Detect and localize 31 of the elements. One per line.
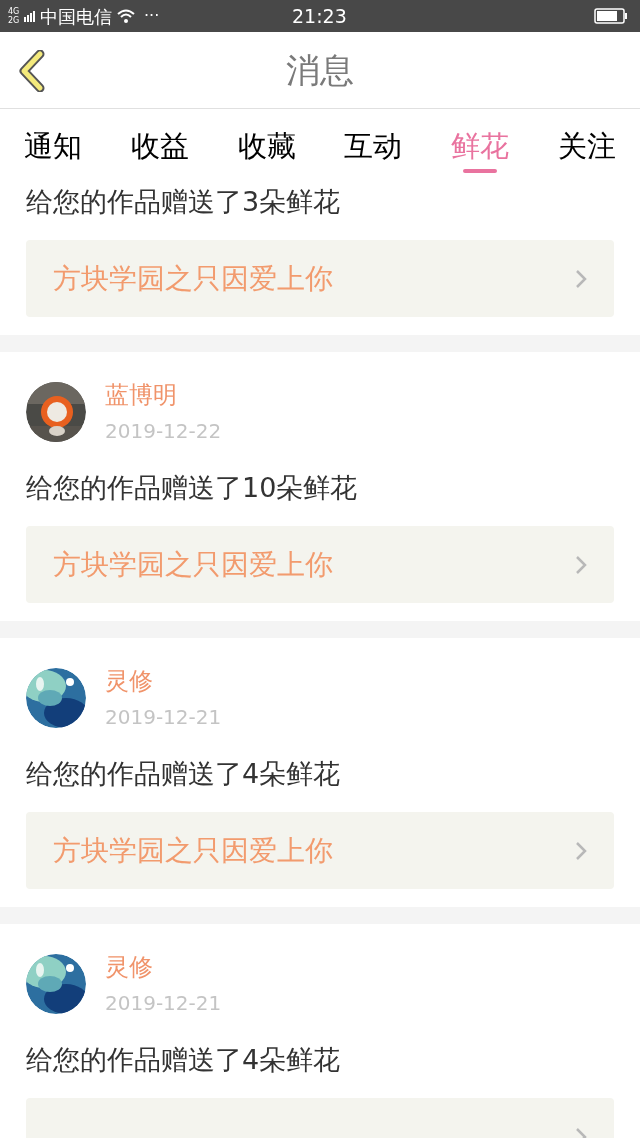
gift-date: 2019-12-21: [105, 990, 222, 1016]
gift-message: 给您的作品赠送了10朵鲜花: [26, 471, 359, 505]
tab-indicator: [463, 169, 498, 173]
more-indicator: ···: [144, 5, 160, 27]
chevron-icon: [575, 554, 587, 575]
network-type: 4G 2G: [8, 7, 21, 25]
tab[interactable]: 收益: [130, 109, 189, 173]
tab[interactable]: 关注: [558, 109, 616, 173]
tab[interactable]: 通知: [24, 109, 82, 173]
work-link[interactable]: 方块学园之只因爱上你: [26, 240, 614, 317]
battery-icon: [594, 8, 628, 24]
gift-date: 2019-12-22: [105, 418, 222, 444]
tab[interactable]: 鲜花: [451, 109, 510, 173]
carrier-name: 中国电信: [40, 4, 112, 29]
chevron-icon: [575, 268, 587, 289]
gift-message: 给您的作品赠送了3朵鲜花: [26, 185, 342, 219]
work-link[interactable]: 方块学园之只因爱上你: [26, 526, 614, 603]
wifi-icon: [116, 8, 136, 24]
tab[interactable]: 互动: [344, 109, 403, 173]
gift-message: 给您的作品赠送了4朵鲜花: [26, 757, 342, 791]
page-title: 消息: [286, 48, 354, 92]
chevron-icon: [575, 840, 587, 861]
user-name[interactable]: 灵修: [105, 952, 222, 982]
clock: 21:23: [292, 3, 347, 29]
gift-message: 给您的作品赠送了4朵鲜花: [26, 1043, 342, 1077]
tab[interactable]: 收藏: [237, 109, 296, 173]
user-name[interactable]: 灵修: [105, 666, 222, 696]
gift-date: 2019-12-21: [105, 704, 222, 730]
user-name[interactable]: 蓝博明: [105, 380, 222, 410]
work-link[interactable]: 方块学园之只因爱上你: [26, 812, 614, 889]
signal-icon: [24, 10, 36, 22]
